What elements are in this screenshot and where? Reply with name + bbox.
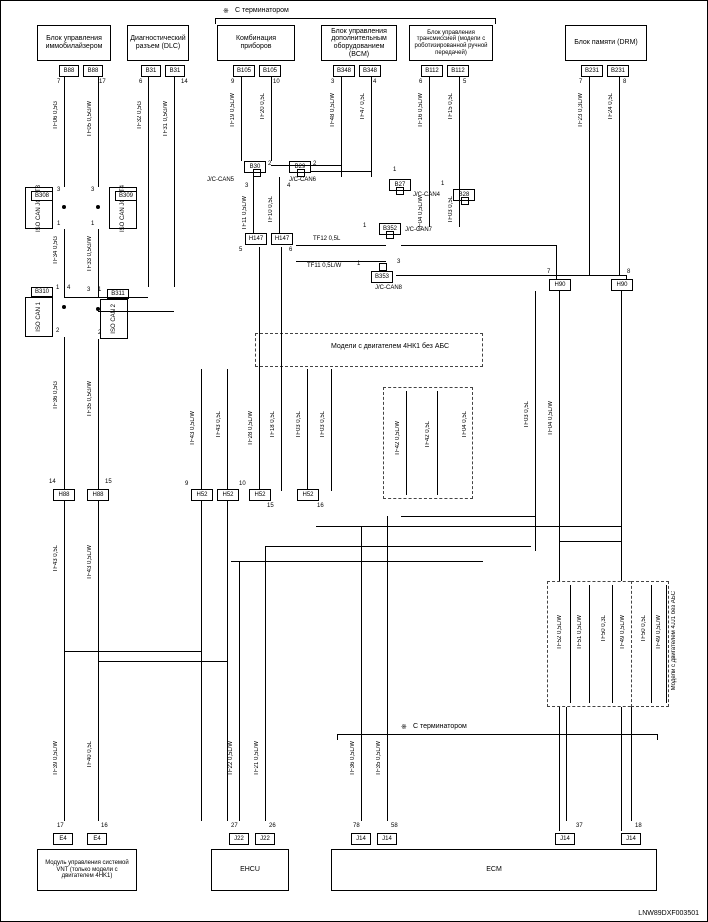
module-vnt: Модуль управления системой VNT (только м…	[37, 849, 137, 891]
conn-H52a: H52	[191, 489, 213, 501]
conn-B309: B309	[115, 191, 137, 201]
group-4hk1-no-abs	[255, 333, 483, 367]
conn-J14c: J14	[555, 833, 575, 845]
conn-H52b: H52	[217, 489, 239, 501]
module-bcm: Блок управления дополнительным оборудова…	[321, 25, 397, 61]
conn-B105b: B105	[259, 65, 281, 77]
conn-H90a: H90	[549, 279, 571, 291]
conn-B105a: B105	[233, 65, 255, 77]
conn-H90b: H90	[611, 279, 633, 291]
module-transmission: Блок управления трансмиссией (модели с р…	[409, 25, 493, 61]
conn-B348a: B348	[333, 65, 355, 77]
lbl-jc-can6: J/C-CAN6	[289, 177, 316, 183]
top-terminator: С терминатором	[235, 7, 289, 14]
lbl-jc-can8: J/C-CAN8	[375, 285, 402, 291]
conn-B231a: B231	[581, 65, 603, 77]
conn-H52c: H52	[249, 489, 271, 501]
lbl-jc-can5: J/C-CAN5	[207, 177, 234, 183]
conn-J14d: J14	[621, 833, 641, 845]
conn-B88b: B88	[83, 65, 103, 77]
conn-B310: B310	[31, 287, 53, 297]
conn-B112b: B112	[447, 65, 469, 77]
conn-B31b: B31	[165, 65, 185, 77]
conn-E4a: E4	[53, 833, 73, 845]
wiring-diagram-canvas: ※ С терминатором Блок управления иммобил…	[0, 0, 708, 922]
conn-B308: B308	[31, 191, 53, 201]
drawing-number: LNW89DXF003501	[638, 910, 699, 917]
conn-H147a: H147	[245, 233, 267, 245]
conn-H88b: H88	[87, 489, 109, 501]
conn-J14a: J14	[351, 833, 371, 845]
conn-B353: B353	[371, 271, 393, 283]
conn-B231b: B231	[607, 65, 629, 77]
module-instrument: Комбинация приборов	[217, 25, 295, 61]
top-symbol: ※	[223, 7, 229, 15]
module-dlc: Диагностический разъем (DLC)	[127, 25, 189, 61]
conn-H52d: H52	[297, 489, 319, 501]
module-ecm: ECM	[331, 849, 657, 891]
conn-H88a: H88	[53, 489, 75, 501]
conn-B88a: B88	[59, 65, 79, 77]
lbl-4hk1-no-abs: Модели с двигателем 4НК1 без АБС	[331, 343, 449, 350]
conn-E4b: E4	[87, 833, 107, 845]
module-drm: Блок памяти (DRM)	[565, 25, 647, 61]
module-immobilizer: Блок управления иммобилайзером	[37, 25, 111, 61]
conn-J14b: J14	[377, 833, 397, 845]
module-isocan2: ISO CAN 2	[100, 299, 128, 339]
conn-J22b: J22	[255, 833, 275, 845]
conn-H147b: H147	[271, 233, 293, 245]
conn-B31a: B31	[141, 65, 161, 77]
module-ehcu: EHCU	[211, 849, 289, 891]
module-isocan1: ISO CAN 1	[25, 297, 53, 337]
conn-J22a: J22	[229, 833, 249, 845]
conn-B348b: B348	[359, 65, 381, 77]
conn-B112a: B112	[421, 65, 443, 77]
group-4jj1	[631, 581, 669, 707]
